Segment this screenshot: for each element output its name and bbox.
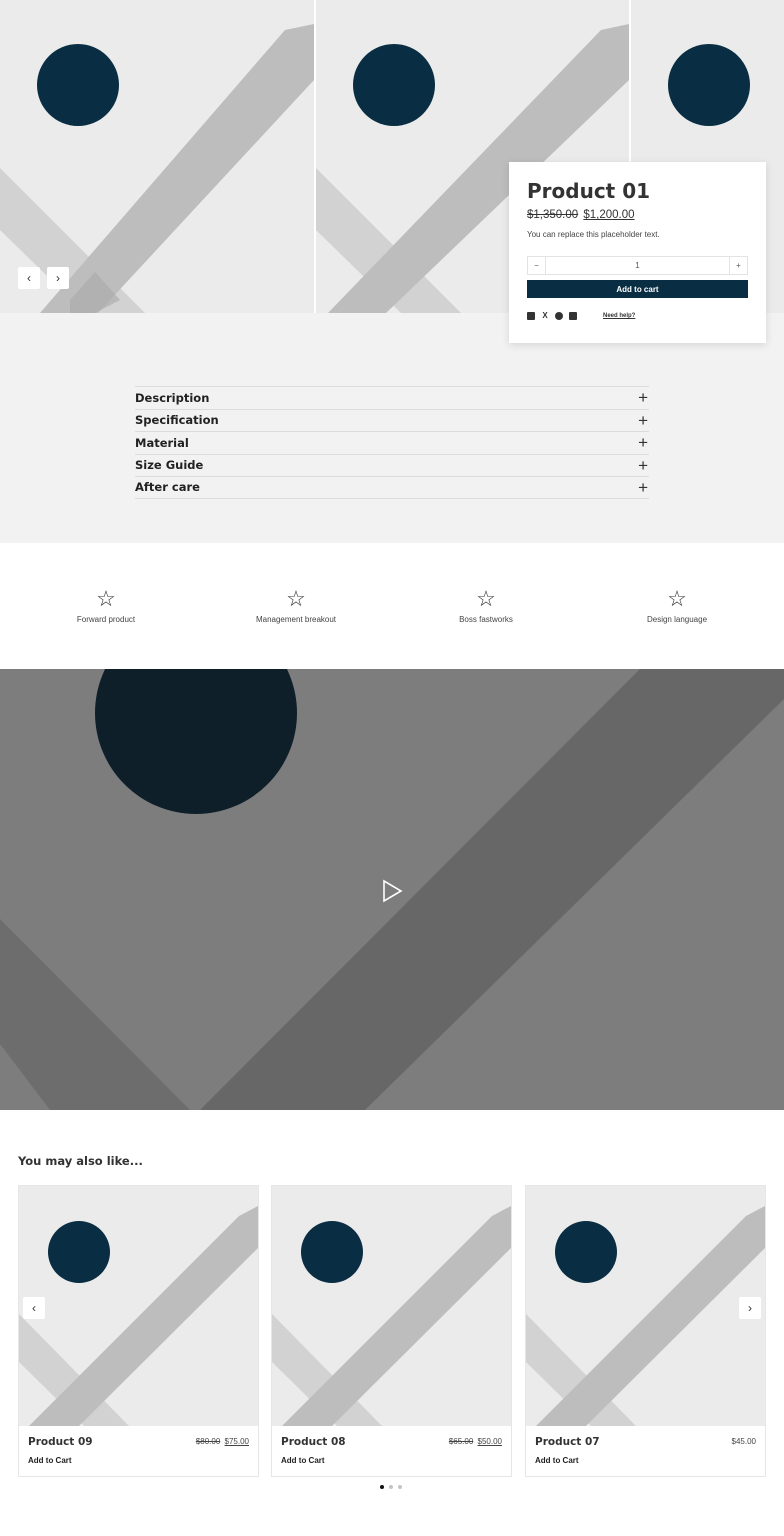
related-products-section: You may also like... Product 09 $80.00 $… (0, 1110, 784, 1536)
price-original: $65.00 (448, 1437, 474, 1446)
whatsapp-icon[interactable] (555, 312, 563, 320)
carousel-prev-button[interactable]: ‹ (23, 1297, 45, 1319)
product-thumbnail[interactable] (272, 1186, 511, 1426)
facebook-icon[interactable] (527, 312, 535, 320)
price-regular: $45.00 (731, 1437, 756, 1446)
email-icon[interactable] (569, 312, 577, 320)
need-help-link[interactable]: Need help? (603, 313, 635, 319)
product-card[interactable]: Product 09 $80.00 $75.00 Add to Cart (18, 1185, 259, 1477)
add-to-cart-link[interactable]: Add to Cart (28, 1456, 72, 1465)
accordion-label: After care (135, 480, 200, 495)
price-sale: $50.00 (477, 1437, 502, 1446)
star-icon: ☆ (667, 586, 687, 611)
product-price: $45.00 (730, 1437, 756, 1446)
accordion-item-after-care[interactable]: After care + (135, 476, 649, 499)
feature-label: Forward product (76, 615, 136, 624)
product-thumbnail[interactable] (526, 1186, 765, 1426)
plus-icon: + (638, 477, 648, 497)
product-price: $80.00 $75.00 (196, 1437, 249, 1446)
share-row: X Need help? (527, 312, 635, 320)
price-original: $80.00 (195, 1437, 221, 1446)
accordion-item-size-guide[interactable]: Size Guide + (135, 453, 649, 477)
quantity-increase-button[interactable]: + (729, 257, 747, 274)
quantity-stepper: − 1 + (527, 256, 748, 275)
product-card[interactable]: Product 07 $45.00 Add to Cart (525, 1185, 766, 1477)
star-icon: ☆ (286, 586, 306, 611)
carousel-dot[interactable] (398, 1485, 402, 1489)
product-name[interactable]: Product 09 (28, 1436, 93, 1448)
product-name[interactable]: Product 07 (535, 1436, 600, 1448)
price-sale: $1,200.00 (583, 209, 635, 221)
plus-icon: + (638, 455, 648, 475)
product-info-card: Product 01 $1,350.00 $1,200.00 You can r… (509, 162, 766, 343)
carousel-dots (380, 1485, 402, 1489)
plus-icon: + (638, 433, 648, 453)
quantity-decrease-button[interactable]: − (528, 257, 546, 274)
price-sale: $75.00 (224, 1437, 249, 1446)
feature-label: Design language (646, 615, 708, 624)
video-player[interactable] (0, 669, 784, 1110)
accordion-item-description[interactable]: Description + (135, 386, 649, 409)
gallery-next-button[interactable]: › (47, 267, 69, 289)
features-row: ☆ Forward product ☆ Management breakout … (0, 543, 784, 669)
details-accordion: Description + Specification + Material +… (135, 386, 649, 499)
accordion-item-material[interactable]: Material + (135, 431, 649, 454)
feature-item: ☆ Management breakout (221, 586, 371, 625)
quantity-input[interactable]: 1 (546, 261, 729, 270)
accordion-label: Size Guide (135, 458, 204, 473)
add-to-cart-link[interactable]: Add to Cart (535, 1456, 579, 1465)
product-price: $65.00 $50.00 (449, 1437, 502, 1446)
plus-icon: + (638, 388, 648, 408)
product-title: Product 01 (527, 179, 651, 203)
gallery-prev-button[interactable]: ‹ (18, 267, 40, 289)
feature-item: ☆ Boss fastworks (411, 586, 561, 625)
carousel-next-button[interactable]: › (739, 1297, 761, 1319)
carousel-dot[interactable] (380, 1485, 384, 1489)
carousel-dot[interactable] (389, 1485, 393, 1489)
accordion-label: Material (135, 435, 189, 450)
star-icon: ☆ (476, 586, 496, 611)
price-original: $1,350.00 (527, 209, 579, 221)
accordion-item-specification[interactable]: Specification + (135, 408, 649, 432)
product-thumbnail[interactable] (19, 1186, 258, 1426)
product-description: You can replace this placeholder text. (527, 230, 660, 239)
star-icon: ☆ (96, 586, 116, 611)
add-to-cart-button[interactable]: Add to cart (527, 280, 748, 298)
related-title: You may also like... (18, 1154, 143, 1168)
price-row: $1,350.00 $1,200.00 (527, 209, 748, 221)
feature-item: ☆ Forward product (31, 586, 181, 625)
x-icon[interactable]: X (541, 312, 549, 320)
accordion-label: Specification (135, 413, 219, 428)
product-card[interactable]: Product 08 $65.00 $50.00 Add to Cart (271, 1185, 512, 1477)
add-to-cart-link[interactable]: Add to Cart (281, 1456, 325, 1465)
feature-label: Boss fastworks (459, 615, 513, 624)
plus-icon: + (638, 410, 648, 430)
feature-label: Management breakout (255, 615, 337, 624)
play-icon[interactable] (380, 879, 404, 903)
gallery-image-1[interactable] (0, 0, 314, 313)
product-name[interactable]: Product 08 (281, 1436, 346, 1448)
product-details-section: Description + Specification + Material +… (0, 313, 784, 543)
accordion-label: Description (135, 390, 210, 405)
feature-item: ☆ Design language (602, 586, 752, 625)
